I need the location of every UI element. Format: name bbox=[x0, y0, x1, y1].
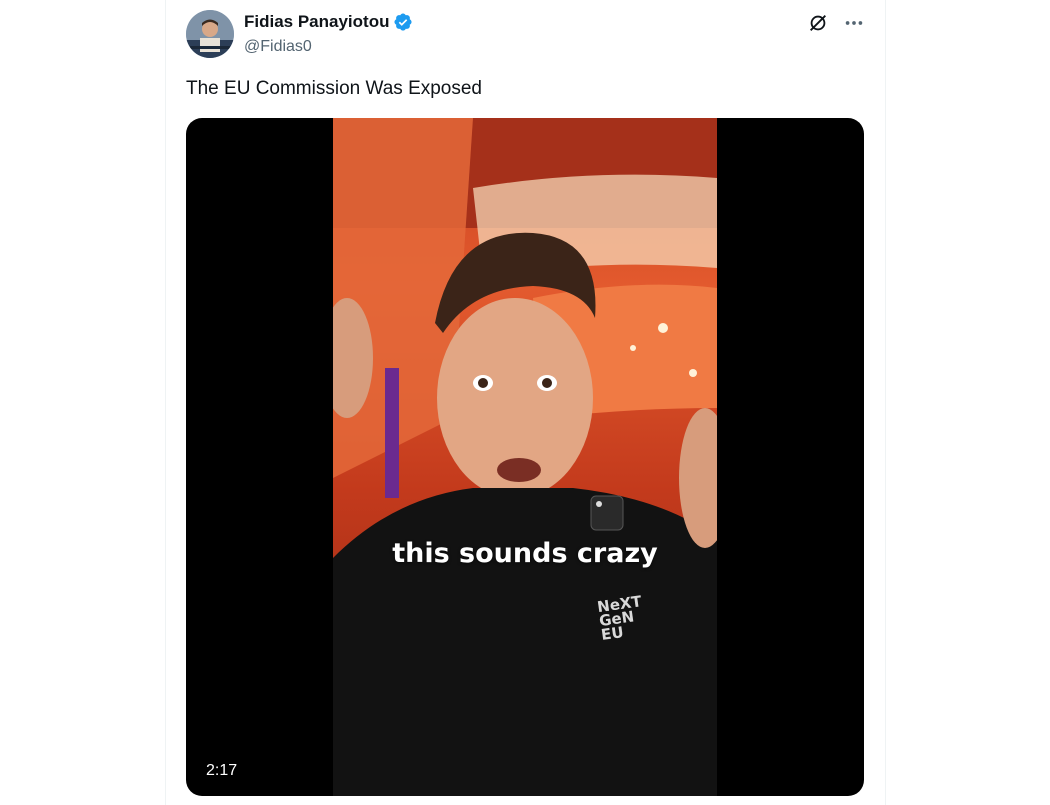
avatar[interactable] bbox=[186, 10, 234, 58]
video-duration: 2:17 bbox=[206, 762, 238, 779]
avatar-image bbox=[186, 10, 234, 58]
verified-badge-icon[interactable] bbox=[393, 12, 413, 32]
video-frame[interactable]: NeXT GeN EU this sounds crazy bbox=[333, 118, 717, 796]
tweet-top-actions bbox=[807, 12, 865, 34]
timeline-column: Fidias Panayiotou @Fidias0 The EU Commis… bbox=[165, 0, 886, 805]
display-name[interactable]: Fidias Panayiotou bbox=[244, 12, 389, 32]
tweet-text: The EU Commission Was Exposed bbox=[186, 78, 483, 99]
more-icon[interactable] bbox=[843, 12, 865, 34]
author-block: Fidias Panayiotou @Fidias0 bbox=[244, 12, 413, 56]
handle[interactable]: @Fidias0 bbox=[244, 38, 413, 56]
video-still bbox=[333, 118, 717, 796]
video-player[interactable]: NeXT GeN EU this sounds crazy 2:17 bbox=[186, 118, 864, 796]
shirt-logo: NeXT GeN EU bbox=[596, 592, 661, 644]
video-caption: this sounds crazy bbox=[392, 538, 658, 569]
name-row: Fidias Panayiotou bbox=[244, 12, 413, 32]
grok-icon[interactable] bbox=[807, 12, 829, 34]
